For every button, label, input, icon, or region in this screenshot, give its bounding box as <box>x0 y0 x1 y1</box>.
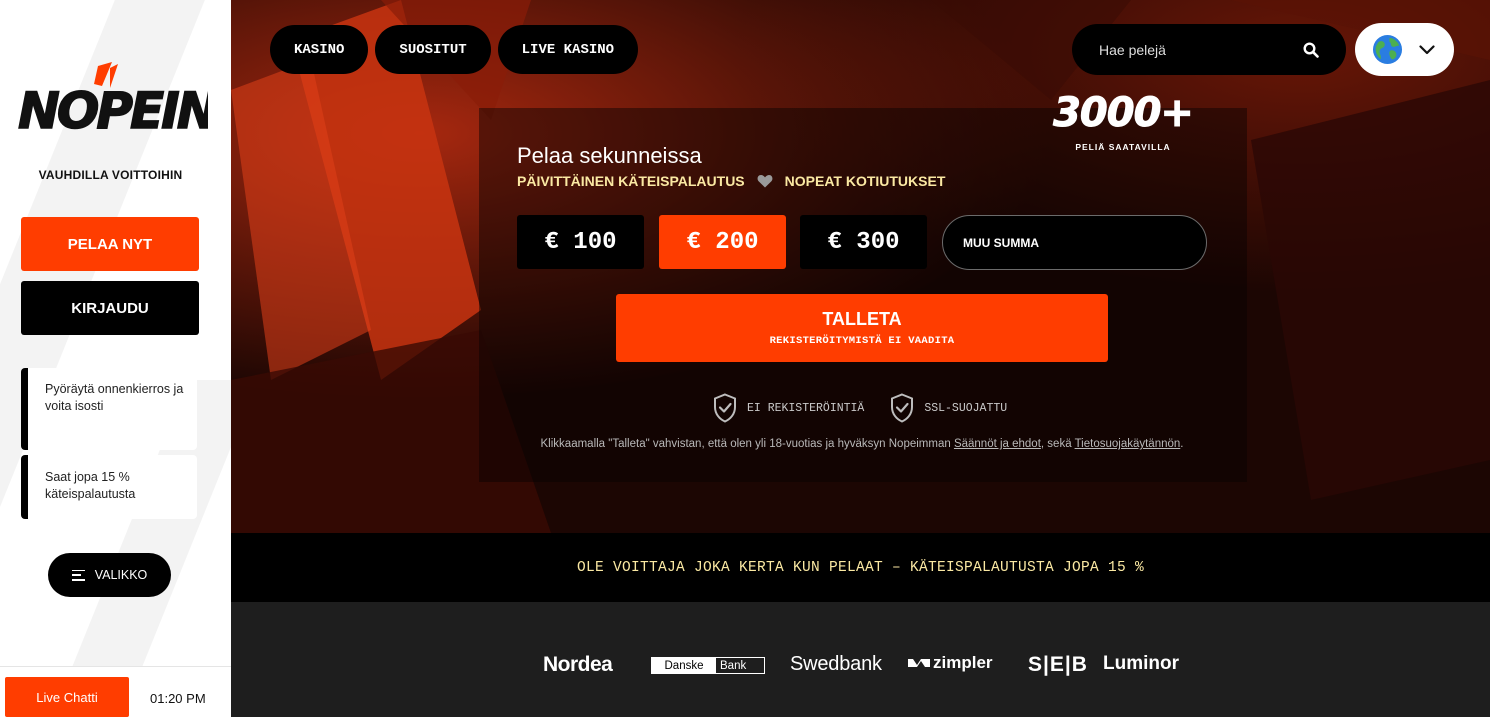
tab-live-kasino[interactable]: LIVE KASINO <box>497 25 639 74</box>
cashback-banner: OLE VOITTAJA JOKA KERTA KUN PELAAT – KÄT… <box>231 533 1490 602</box>
main-nav: KASINO SUOSITUT LIVE KASINO <box>270 25 639 74</box>
tagline: VAUHDILLA VOITTOIHIN <box>38 168 183 182</box>
luminor-logo: Luminor <box>1103 653 1179 674</box>
search-input[interactable] <box>1099 41 1295 58</box>
search-bar[interactable] <box>1072 24 1346 75</box>
custom-amount-input[interactable]: MUU SUMMA <box>942 215 1207 270</box>
disclaimer-text: . <box>1180 438 1184 450</box>
disclaimer-text: Klikkaamalla "Talleta" vahvistan, että o… <box>540 438 954 450</box>
logo-text: NOPEIN <box>18 82 208 134</box>
payment-providers: Nordea Danske Bank Swedbank zimpler S|E|… <box>231 602 1490 717</box>
search-icon[interactable] <box>1303 42 1319 58</box>
deposit-button-label: TALLETA <box>822 309 902 329</box>
cashback-banner-text: OLE VOITTAJA JOKA KERTA KUN PELAAT – KÄT… <box>576 559 1145 576</box>
clock: 01:20 PM <box>150 691 206 706</box>
feature-fast-withdrawals: NOPEAT KOTIUTUKSET <box>784 173 946 189</box>
promo-card-spin[interactable]: Pyöräytä onnenkierros ja voita isosti <box>21 368 197 450</box>
tab-kasino[interactable]: KASINO <box>270 25 369 74</box>
swedbank-logo: Swedbank <box>790 653 882 675</box>
terms-link[interactable]: Säännöt ja ehdot <box>954 438 1041 450</box>
globe-icon <box>1372 34 1403 65</box>
seb-logo: S|E|B <box>1028 653 1088 676</box>
language-selector[interactable] <box>1355 23 1454 76</box>
heart-icon <box>757 175 773 188</box>
sidebar: NOPEIN VAUHDILLA VOITTOIHIN PELAA NYT KI… <box>0 0 231 717</box>
danske-bank-logo-part: Bank <box>720 659 747 672</box>
privacy-link[interactable]: Tietosuojakäytännön <box>1075 438 1181 450</box>
trust-no-registration: EI REKISTERÖINTIÄ <box>713 393 864 423</box>
hero-headline: Pelaa sekunneissa <box>517 143 702 168</box>
hero-section: KASINO SUOSITUT LIVE KASINO 3000+ PELIÄ … <box>231 0 1490 533</box>
amount-option-300[interactable]: € 300 <box>800 215 927 269</box>
danske-bank-logo: Danske Bank <box>651 657 765 674</box>
zimpler-mark-icon <box>908 659 930 667</box>
games-count-badge: 3000+ PELIÄ SAATAVILLA <box>1045 90 1201 153</box>
menu-button-label: VALIKKO <box>94 568 148 582</box>
brand-logo[interactable]: NOPEIN <box>14 62 208 134</box>
shield-check-icon <box>891 393 914 423</box>
chevron-down-icon <box>1419 44 1435 54</box>
live-chat-button[interactable]: Live Chatti <box>5 677 129 717</box>
amount-option-200-selected[interactable]: € 200 <box>659 215 786 269</box>
danske-bank-logo-part: Danske <box>652 658 716 673</box>
sidebar-footer: Live Chatti 01:20 PM <box>0 666 231 717</box>
play-now-button[interactable]: PELAA NYT <box>21 217 199 271</box>
tab-suositut[interactable]: SUOSITUT <box>375 25 491 74</box>
games-count: 3000+ <box>1053 90 1195 137</box>
disclaimer-text: , sekä <box>1040 438 1075 450</box>
zimpler-logo: zimpler <box>908 653 993 673</box>
menu-icon <box>71 569 86 581</box>
trust-no-registration-label: EI REKISTERÖINTIÄ <box>747 401 865 415</box>
amount-option-100[interactable]: € 100 <box>517 215 644 269</box>
games-count-label: PELIÄ SAATAVILLA <box>1075 142 1171 152</box>
promo-text: Pyöräytä onnenkierros ja voita isosti <box>45 382 184 413</box>
terms-disclaimer: Klikkaamalla "Talleta" vahvistan, että o… <box>231 438 1490 450</box>
zimpler-logo-text: zimpler <box>933 653 993 672</box>
menu-button[interactable]: VALIKKO <box>48 553 171 597</box>
feature-list: PÄIVITTÄINEN KÄTEISPALAUTUS NOPEAT KOTIU… <box>517 173 945 189</box>
deposit-button-sublabel: REKISTERÖITYMISTÄ EI VAADITA <box>769 335 955 347</box>
promo-card-cashback[interactable]: Saat jopa 15 % käteispalautusta <box>21 455 197 519</box>
shield-check-icon <box>714 393 736 423</box>
promo-text: Saat jopa 15 % käteispalautusta <box>45 470 136 501</box>
nordea-logo: Nordea <box>543 653 613 676</box>
feature-cashback: PÄIVITTÄINEN KÄTEISPALAUTUS <box>517 173 745 189</box>
deposit-button[interactable]: TALLETA REKISTERÖITYMISTÄ EI VAADITA <box>616 294 1108 362</box>
trust-ssl: SSL-SUOJATTU <box>890 393 1007 423</box>
login-button[interactable]: KIRJAUDU <box>21 281 199 335</box>
trust-ssl-label: SSL-SUOJATTU <box>924 401 1008 415</box>
trust-badges: EI REKISTERÖINTIÄ SSL-SUOJATTU <box>713 393 1007 423</box>
